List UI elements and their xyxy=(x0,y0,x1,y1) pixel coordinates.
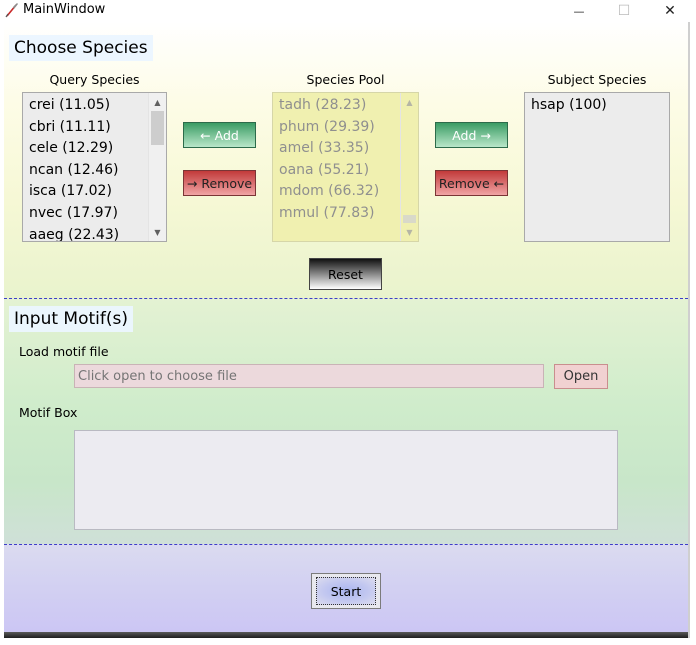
species-pool-label: Species Pool xyxy=(306,72,385,87)
start-button[interactable]: Start xyxy=(311,573,381,609)
list-item[interactable]: isca (17.02) xyxy=(23,181,166,203)
list-item[interactable]: phum (29.39) xyxy=(273,117,418,139)
reset-button[interactable]: Reset xyxy=(309,258,382,290)
pool-scrollbar[interactable]: ▲ ▼ xyxy=(400,93,418,241)
maximize-icon: ☐ xyxy=(617,3,631,19)
minimize-icon: — xyxy=(573,4,585,18)
query-species-list[interactable]: crei (11.05) cbri (11.11) cele (12.29) n… xyxy=(22,92,167,242)
list-item[interactable]: cbri (11.11) xyxy=(23,117,166,139)
window-right-edge xyxy=(688,22,690,638)
remove-from-query-button[interactable]: → Remove xyxy=(183,170,256,196)
app-icon xyxy=(4,2,20,18)
load-motif-file-label: Load motif file xyxy=(19,344,109,359)
section-divider xyxy=(4,298,688,299)
window-bottom-edge xyxy=(4,632,688,638)
list-item[interactable]: hsap (100) xyxy=(525,95,669,117)
input-motif-header: Input Motif(s) xyxy=(9,306,133,332)
subject-species-label: Subject Species xyxy=(547,72,647,87)
maximize-button[interactable]: ☐ xyxy=(601,0,647,22)
chevron-down-icon[interactable]: ▼ xyxy=(149,224,166,240)
list-item[interactable]: amel (33.35) xyxy=(273,138,418,160)
list-item[interactable]: oana (55.21) xyxy=(273,160,418,182)
add-to-query-button[interactable]: ← Add xyxy=(183,122,256,148)
query-scrollbar[interactable]: ▲ ▼ xyxy=(148,93,166,241)
choose-species-header: Choose Species xyxy=(9,35,153,61)
list-item[interactable]: ncan (12.46) xyxy=(23,160,166,182)
list-item[interactable]: aaeg (22.43) xyxy=(23,225,166,241)
motif-box-textarea[interactable] xyxy=(74,430,618,530)
scroll-thumb[interactable] xyxy=(403,215,416,223)
list-item[interactable]: mdom (66.32) xyxy=(273,181,418,203)
species-pool-list[interactable]: tadh (28.23) phum (29.39) amel (33.35) o… xyxy=(272,92,419,242)
title-bar[interactable]: MainWindow — ☐ ✕ xyxy=(0,0,696,22)
list-item[interactable]: crei (11.05) xyxy=(23,95,166,117)
subject-species-list[interactable]: hsap (100) xyxy=(524,92,670,242)
start-button-label: Start xyxy=(316,577,376,605)
close-icon: ✕ xyxy=(664,3,676,19)
chevron-up-icon[interactable]: ▲ xyxy=(149,94,166,110)
motif-box-label: Motif Box xyxy=(19,405,78,420)
scroll-thumb[interactable] xyxy=(151,111,164,145)
window-title: MainWindow xyxy=(23,2,106,17)
chevron-up-icon[interactable]: ▲ xyxy=(401,94,418,110)
motif-file-path-field[interactable] xyxy=(74,364,544,388)
section-divider xyxy=(4,544,688,545)
list-item[interactable]: cele (12.29) xyxy=(23,138,166,160)
add-to-subject-button[interactable]: Add → xyxy=(435,122,508,148)
minimize-button[interactable]: — xyxy=(556,0,602,22)
open-file-button[interactable]: Open xyxy=(554,364,608,389)
chevron-down-icon[interactable]: ▼ xyxy=(401,224,418,240)
list-item[interactable]: nvec (17.97) xyxy=(23,203,166,225)
remove-from-subject-button[interactable]: Remove ← xyxy=(435,170,508,196)
list-item[interactable]: mmul (77.83) xyxy=(273,203,418,225)
query-species-label: Query Species xyxy=(49,72,140,87)
list-item[interactable]: tadh (28.23) xyxy=(273,95,418,117)
close-button[interactable]: ✕ xyxy=(647,0,693,22)
